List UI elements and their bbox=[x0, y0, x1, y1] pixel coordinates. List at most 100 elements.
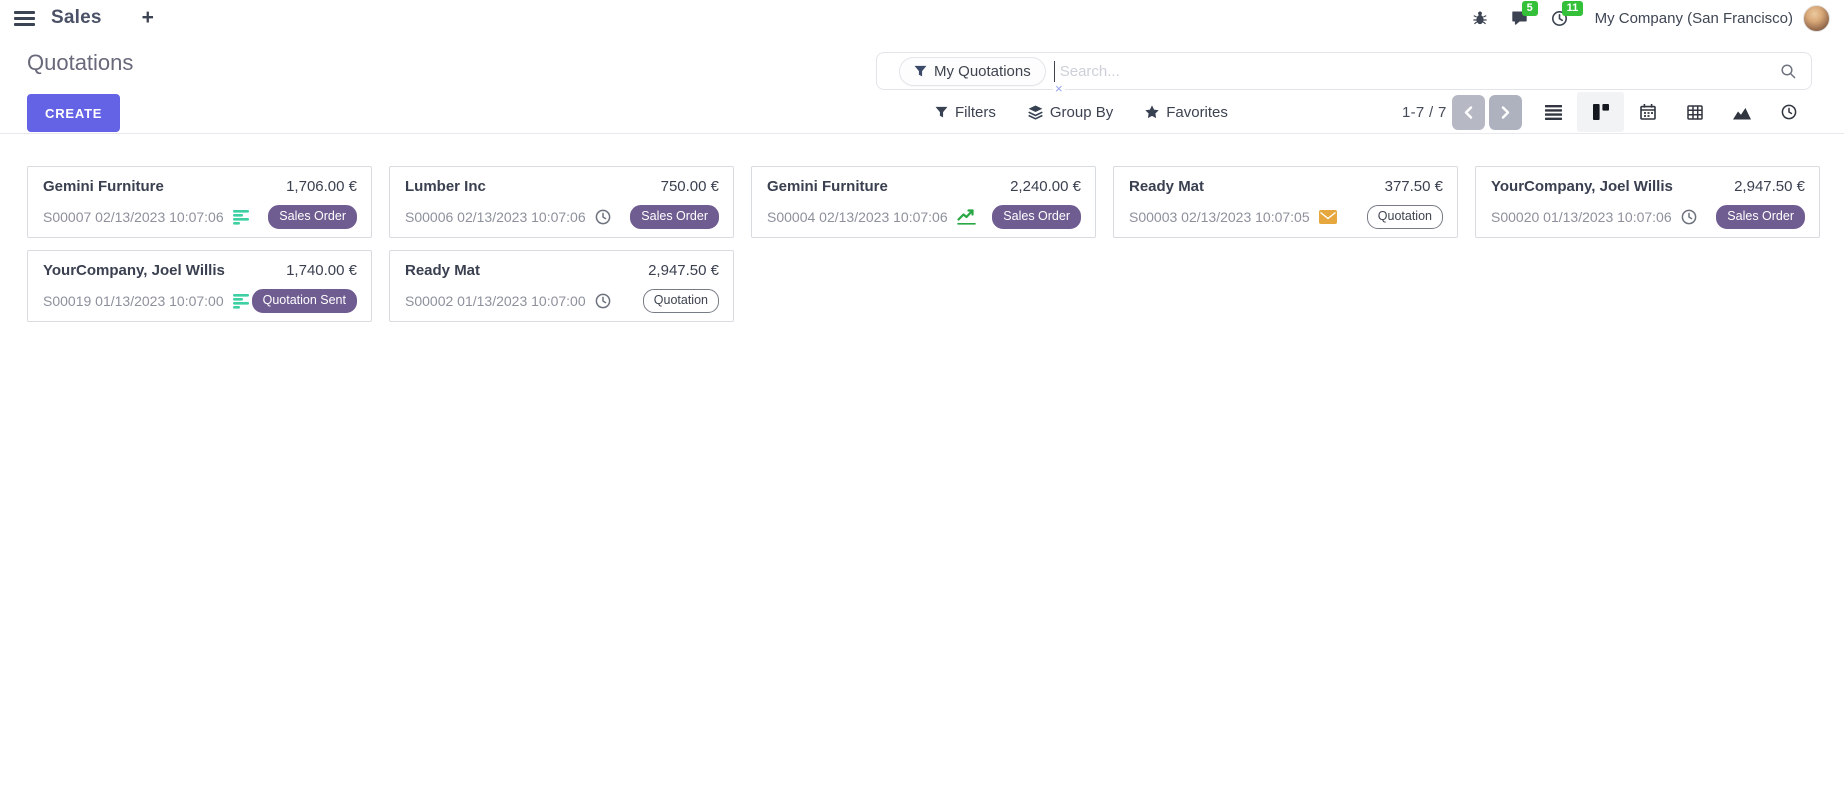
list-activity-icon[interactable] bbox=[233, 209, 251, 225]
view-switcher bbox=[1530, 92, 1812, 132]
card-header-row: YourCompany, Joel Willis 1,740.00 € bbox=[43, 262, 357, 279]
graph-view-icon bbox=[1733, 105, 1751, 120]
messages-count-badge: 5 bbox=[1522, 1, 1538, 16]
kanban-card[interactable]: Lumber Inc 750.00 € S00006 02/13/2023 10… bbox=[389, 166, 734, 238]
apps-menu-icon[interactable] bbox=[14, 11, 35, 26]
card-header-row: YourCompany, Joel Willis 2,947.50 € bbox=[1491, 178, 1805, 195]
kanban-card[interactable]: YourCompany, Joel Willis 1,740.00 € S000… bbox=[27, 250, 372, 322]
card-footer-row: S00006 02/13/2023 10:07:06 Sales Order bbox=[405, 205, 719, 229]
card-header-row: Ready Mat 2,947.50 € bbox=[405, 262, 719, 279]
view-calendar-button[interactable] bbox=[1624, 92, 1671, 132]
plus-icon[interactable]: + bbox=[142, 8, 154, 28]
order-amount: 2,240.00 € bbox=[1010, 178, 1081, 195]
order-reference: S00002 01/13/2023 10:07:00 bbox=[405, 293, 586, 309]
chevron-left-icon bbox=[1464, 106, 1473, 119]
search-options: Filters Group By Favorites bbox=[935, 92, 1228, 132]
customer-name: Gemini Furniture bbox=[43, 178, 164, 195]
filters-label: Filters bbox=[955, 104, 996, 121]
pager-previous-button[interactable] bbox=[1452, 95, 1485, 130]
card-footer-row: S00002 01/13/2023 10:07:00 Quotation bbox=[405, 289, 719, 313]
top-navbar: Sales + 5 11 My Company ( bbox=[0, 0, 1844, 36]
calendar-view-icon bbox=[1640, 104, 1656, 120]
card-footer-row: S00020 01/13/2023 10:07:06 Sales Order bbox=[1491, 205, 1805, 229]
order-amount: 2,947.50 € bbox=[1734, 178, 1805, 195]
status-badge: Sales Order bbox=[268, 205, 357, 229]
card-footer-row: S00003 02/13/2023 10:07:05 Quotation bbox=[1129, 205, 1443, 229]
sales-app-window: Sales + 5 11 My Company ( bbox=[0, 0, 1844, 810]
clock-activity-icon[interactable] bbox=[1681, 209, 1697, 225]
group-by-label: Group By bbox=[1050, 104, 1113, 121]
app-name[interactable]: Sales bbox=[51, 7, 102, 29]
page-title: Quotations bbox=[27, 50, 133, 76]
clock-activity-icon[interactable] bbox=[595, 209, 611, 225]
facet-label: My Quotations bbox=[934, 63, 1031, 80]
favorites-label: Favorites bbox=[1166, 104, 1228, 121]
kanban-card[interactable]: Ready Mat 2,947.50 € S00002 01/13/2023 1… bbox=[389, 250, 734, 322]
status-badge: Sales Order bbox=[1716, 205, 1805, 229]
view-pivot-button[interactable] bbox=[1671, 92, 1718, 132]
layers-icon bbox=[1028, 105, 1043, 120]
debug-bug-icon[interactable] bbox=[1467, 5, 1493, 31]
kanban-view-icon bbox=[1593, 104, 1609, 120]
order-amount: 750.00 € bbox=[661, 178, 719, 195]
customer-name: Ready Mat bbox=[405, 262, 480, 279]
group-by-button[interactable]: Group By bbox=[1028, 104, 1113, 121]
star-icon bbox=[1145, 105, 1159, 119]
pager-next-button[interactable] bbox=[1489, 95, 1522, 130]
activity-view-icon bbox=[1781, 104, 1797, 120]
view-kanban-button[interactable] bbox=[1577, 92, 1624, 132]
customer-name: Lumber Inc bbox=[405, 178, 486, 195]
view-activity-button[interactable] bbox=[1765, 92, 1812, 132]
view-list-button[interactable] bbox=[1530, 92, 1577, 132]
card-header-row: Gemini Furniture 1,706.00 € bbox=[43, 178, 357, 195]
order-reference: S00003 02/13/2023 10:07:05 bbox=[1129, 209, 1310, 225]
order-reference: S00007 02/13/2023 10:07:06 bbox=[43, 209, 224, 225]
card-footer-row: S00019 01/13/2023 10:07:00 Quotation Sen… bbox=[43, 289, 357, 313]
activities-count-badge: 11 bbox=[1562, 1, 1584, 16]
order-reference: S00020 01/13/2023 10:07:06 bbox=[1491, 209, 1672, 225]
order-reference: S00006 02/13/2023 10:07:06 bbox=[405, 209, 586, 225]
filters-button[interactable]: Filters bbox=[935, 104, 996, 121]
systray: 5 11 My Company (San Francisco) bbox=[1453, 5, 1830, 32]
create-button[interactable]: CREATE bbox=[27, 94, 120, 132]
kanban-card[interactable]: YourCompany, Joel Willis 2,947.50 € S000… bbox=[1475, 166, 1820, 238]
card-footer-row: S00004 02/13/2023 10:07:06 Sales Order bbox=[767, 205, 1081, 229]
customer-name: YourCompany, Joel Willis bbox=[43, 262, 225, 279]
list-view-icon bbox=[1545, 105, 1562, 120]
user-avatar[interactable] bbox=[1803, 5, 1830, 32]
clock-activity-icon[interactable] bbox=[595, 293, 611, 309]
card-header-row: Lumber Inc 750.00 € bbox=[405, 178, 719, 195]
chart-up-icon[interactable] bbox=[957, 208, 976, 225]
filter-funnel-icon bbox=[935, 106, 948, 119]
order-amount: 1,706.00 € bbox=[286, 178, 357, 195]
kanban-grid: Gemini Furniture 1,706.00 € S00007 02/13… bbox=[27, 166, 1820, 322]
view-graph-button[interactable] bbox=[1718, 92, 1765, 132]
search-magnifier-icon[interactable] bbox=[1780, 63, 1797, 80]
status-badge: Quotation Sent bbox=[252, 289, 357, 313]
order-amount: 2,947.50 € bbox=[648, 262, 719, 279]
text-cursor bbox=[1054, 61, 1055, 82]
kanban-card[interactable]: Gemini Furniture 2,240.00 € S00004 02/13… bbox=[751, 166, 1096, 238]
kanban-card[interactable]: Ready Mat 377.50 € S00003 02/13/2023 10:… bbox=[1113, 166, 1458, 238]
activities-clock-icon[interactable]: 11 bbox=[1547, 5, 1573, 31]
search-facet-my-quotations[interactable]: My Quotations bbox=[899, 57, 1046, 86]
envelope-icon[interactable] bbox=[1319, 210, 1337, 224]
pager-range: 1-7 / 7 bbox=[1402, 92, 1447, 132]
search-bar[interactable]: My Quotations × bbox=[876, 52, 1812, 90]
order-reference: S00004 02/13/2023 10:07:06 bbox=[767, 209, 948, 225]
card-header-row: Gemini Furniture 2,240.00 € bbox=[767, 178, 1081, 195]
pivot-view-icon bbox=[1687, 105, 1703, 120]
status-badge: Quotation bbox=[643, 289, 719, 313]
messages-icon[interactable]: 5 bbox=[1507, 5, 1533, 31]
customer-name: YourCompany, Joel Willis bbox=[1491, 178, 1673, 195]
order-reference: S00019 01/13/2023 10:07:00 bbox=[43, 293, 224, 309]
search-input[interactable] bbox=[1060, 63, 1780, 80]
company-name[interactable]: My Company (San Francisco) bbox=[1595, 10, 1793, 27]
card-header-row: Ready Mat 377.50 € bbox=[1129, 178, 1443, 195]
header-divider bbox=[0, 133, 1844, 134]
customer-name: Ready Mat bbox=[1129, 178, 1204, 195]
favorites-button[interactable]: Favorites bbox=[1145, 104, 1228, 121]
order-amount: 377.50 € bbox=[1385, 178, 1443, 195]
list-activity-icon[interactable] bbox=[233, 293, 251, 309]
kanban-card[interactable]: Gemini Furniture 1,706.00 € S00007 02/13… bbox=[27, 166, 372, 238]
